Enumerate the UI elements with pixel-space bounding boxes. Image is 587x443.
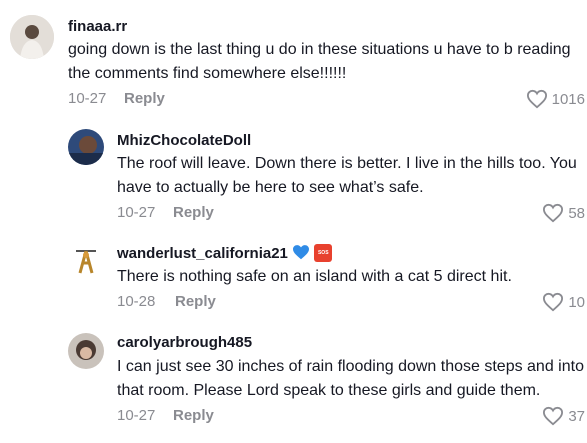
like-button[interactable]: 58 — [542, 203, 585, 223]
reply-button[interactable]: Reply — [173, 407, 214, 424]
like-count: 1016 — [551, 90, 585, 108]
comment-date: 10-27 — [68, 90, 107, 107]
heart-outline-icon — [542, 292, 564, 312]
heart-outline-icon — [542, 203, 564, 223]
sos-badge-text: SOS — [317, 250, 329, 256]
blue-heart-icon — [292, 244, 310, 264]
like-count: 58 — [568, 204, 585, 222]
avatar[interactable] — [10, 15, 54, 59]
reply-button[interactable]: Reply — [124, 90, 165, 107]
comment-text: I can just see 30 inches of rain floodin… — [117, 358, 584, 399]
avatar[interactable] — [68, 241, 104, 277]
comment-text: The roof will leave. Down there is bette… — [117, 155, 577, 196]
comment-date: 10-27 — [117, 407, 156, 424]
avatar[interactable] — [68, 129, 104, 165]
comment-username[interactable]: wanderlust_california21 SOS — [117, 244, 333, 264]
like-count: 37 — [568, 407, 585, 425]
avatar[interactable] — [68, 333, 104, 369]
comment-text: going down is the last thing u do in the… — [68, 41, 571, 82]
reply-button[interactable]: Reply — [175, 293, 216, 310]
comment-username[interactable]: MhizChocolateDoll — [117, 132, 251, 149]
reply-button[interactable]: Reply — [173, 204, 214, 221]
like-count: 10 — [568, 293, 585, 311]
comment-username[interactable]: finaaa.rr — [68, 18, 127, 35]
like-button[interactable]: 1016 — [526, 89, 585, 109]
like-button[interactable]: 37 — [542, 406, 585, 426]
sos-icon: SOS — [314, 244, 333, 262]
heart-outline-icon — [542, 406, 564, 426]
comment-username[interactable]: carolyarbrough485 — [117, 334, 252, 351]
heart-outline-icon — [526, 89, 548, 109]
like-button[interactable]: 10 — [542, 292, 585, 312]
comment-date: 10-27 — [117, 204, 156, 221]
username-text: wanderlust_california21 — [117, 244, 288, 262]
comment-text: There is nothing safe on an island with … — [117, 268, 512, 285]
comment-date: 10-28 — [117, 293, 156, 310]
